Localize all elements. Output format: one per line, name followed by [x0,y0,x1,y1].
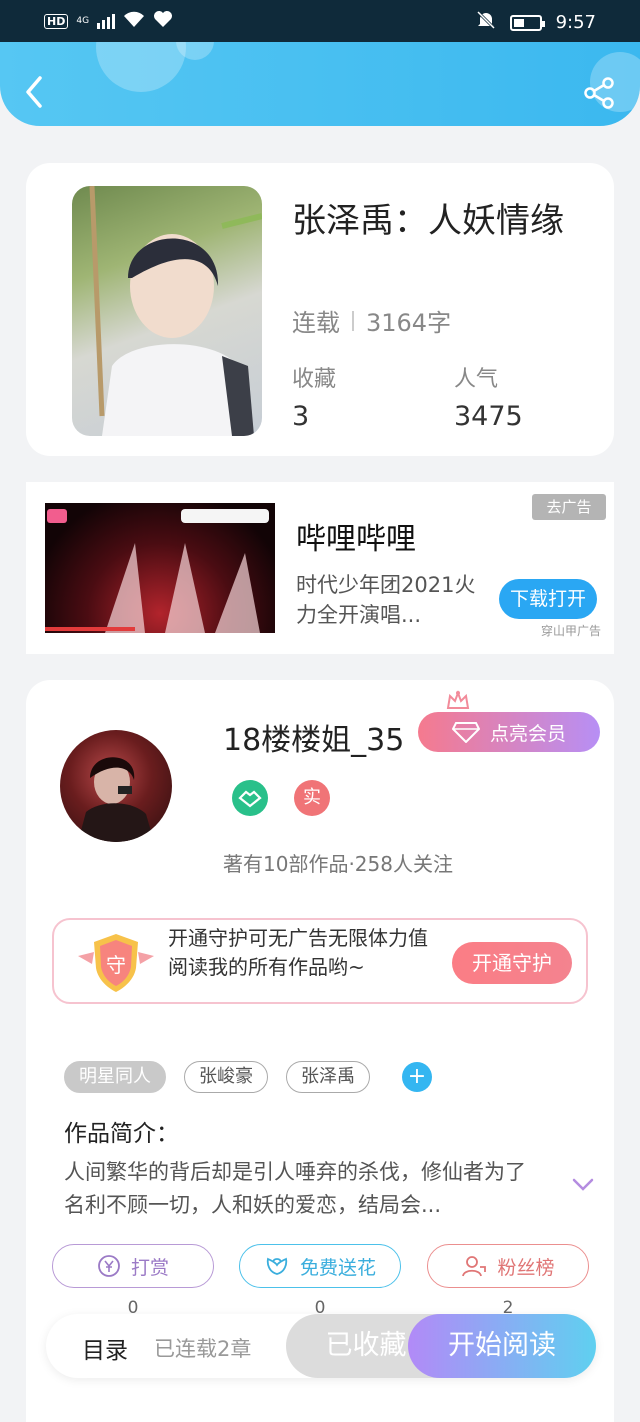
remove-ad-label: 去广告 [546,498,592,516]
ad-source: 穿山甲广告 [541,624,602,638]
real-name-badge-label: 实 [303,787,321,808]
collect-label: 收藏 [292,367,337,392]
author-card: 18楼楼姐_35 点亮会员 实 著有10部作品·258人关注 守 开通守护可无广… [26,680,614,1422]
hd-icon: HD [44,13,69,29]
guard-promo[interactable]: 守 开通守护可无广告无限体力值阅读我的所有作品哟~ 开通守护 [52,918,588,1004]
decor-bubble [96,42,186,92]
tag-item[interactable]: 张泽禹 [286,1061,370,1093]
book-meta: 连载 3164字 [292,303,451,338]
book-cover[interactable] [72,186,262,436]
share-button[interactable] [582,76,616,110]
free-flower-label: 免费送花 [299,1256,376,1279]
author-stats: 著有10部作品·258人关注 [223,852,453,876]
remove-ad-button[interactable]: 去广告 [532,494,606,520]
tag-list: 明星同人 张峻豪 张泽禹 + [64,1061,432,1093]
fans-user-icon [462,1256,487,1277]
ad-download-button[interactable]: 下载打开 [499,579,597,619]
book-title: 张泽禹：人妖情缘 [292,201,564,241]
share-icon [584,77,614,109]
bottom-action-bar: 目录 已连载2章 已收藏 开始阅读 [46,1314,596,1378]
status-left: HD 4G [44,10,173,32]
ad-title: 哔哩哔哩 [296,522,416,557]
top-bar [0,42,640,126]
open-guard-button[interactable]: 开通守护 [452,942,572,984]
author-name[interactable]: 18楼楼姐_35 [223,715,404,759]
network-type: 4G [76,15,90,26]
tag-item[interactable]: 张峻豪 [184,1061,268,1093]
diamond-icon [451,722,480,743]
tip-label: 打赏 [130,1256,169,1279]
wifi-icon [123,11,145,31]
intro-text: 人间繁华的背后却是引人唾弃的杀伐，修仙者为了名利不顾一切，人和妖的爱恋，结局会.… [64,1160,526,1217]
heart-rate-icon [153,10,173,32]
tip-button[interactable]: 打赏 [52,1244,214,1288]
open-guard-label: 开通守护 [472,951,552,975]
guard-shield-icon: 守 [78,934,154,992]
book-word-count: 3164字 [366,309,452,337]
fans-ranking-button[interactable]: 粉丝榜 [427,1244,589,1288]
collected-label: 已收藏 [325,1330,407,1361]
yen-coin-icon [98,1255,120,1277]
crown-icon [446,690,470,709]
meta-divider [352,310,354,331]
back-arrow-icon [26,76,42,108]
flower-icon [266,1257,288,1275]
status-time: 9:57 [555,12,596,33]
ad-banner[interactable]: 哔哩哔哩 时代少年团2021火力全开演唱... 去广告 下载打开 穿山甲广告 [26,482,614,654]
catalog-button[interactable]: 目录 [82,1331,128,1365]
battery-icon [509,14,545,31]
status-bar: HD 4G 9:57 [0,0,640,42]
real-name-badge: 实 [294,780,330,816]
add-tag-button[interactable]: + [402,1062,432,1092]
cover-portrait-image [89,186,262,436]
ad-download-label: 下载打开 [509,588,586,610]
start-reading-label: 开始阅读 [448,1330,556,1361]
fans-ranking-label: 粉丝榜 [497,1256,555,1279]
ad-concert-image [45,509,269,633]
chapter-count: 已连载2章 [154,1337,252,1361]
signal-icon [97,13,116,29]
back-button[interactable] [20,74,50,110]
free-flower-button[interactable]: 免费送花 [239,1244,401,1288]
intro-title: 作品简介： [64,1121,179,1147]
guard-shield-text: 守 [106,953,126,977]
status-right: 9:57 [476,10,596,35]
start-reading-button[interactable]: 开始阅读 [408,1314,596,1378]
popularity-value: 3475 [454,401,523,432]
collect-value: 3 [292,401,310,432]
handshake-badge-icon [232,780,268,816]
guard-text: 开通守护可无广告无限体力值阅读我的所有作品哟~ [168,926,428,979]
author-avatar[interactable] [60,730,172,842]
ad-image[interactable] [45,503,275,633]
chevron-down-icon[interactable] [572,1178,594,1192]
mute-bell-icon [476,10,496,35]
avatar-image [78,757,154,842]
vip-button[interactable]: 点亮会员 [418,712,600,752]
ad-description: 时代少年团2021火力全开演唱... [296,573,476,627]
vip-label: 点亮会员 [489,722,566,745]
popularity-label: 人气 [454,367,499,392]
book-status: 连载 [292,309,340,337]
book-info-card: 张泽禹：人妖情缘 连载 3164字 收藏 3 人气 3475 [26,163,614,456]
tag-item[interactable]: 明星同人 [64,1061,166,1093]
